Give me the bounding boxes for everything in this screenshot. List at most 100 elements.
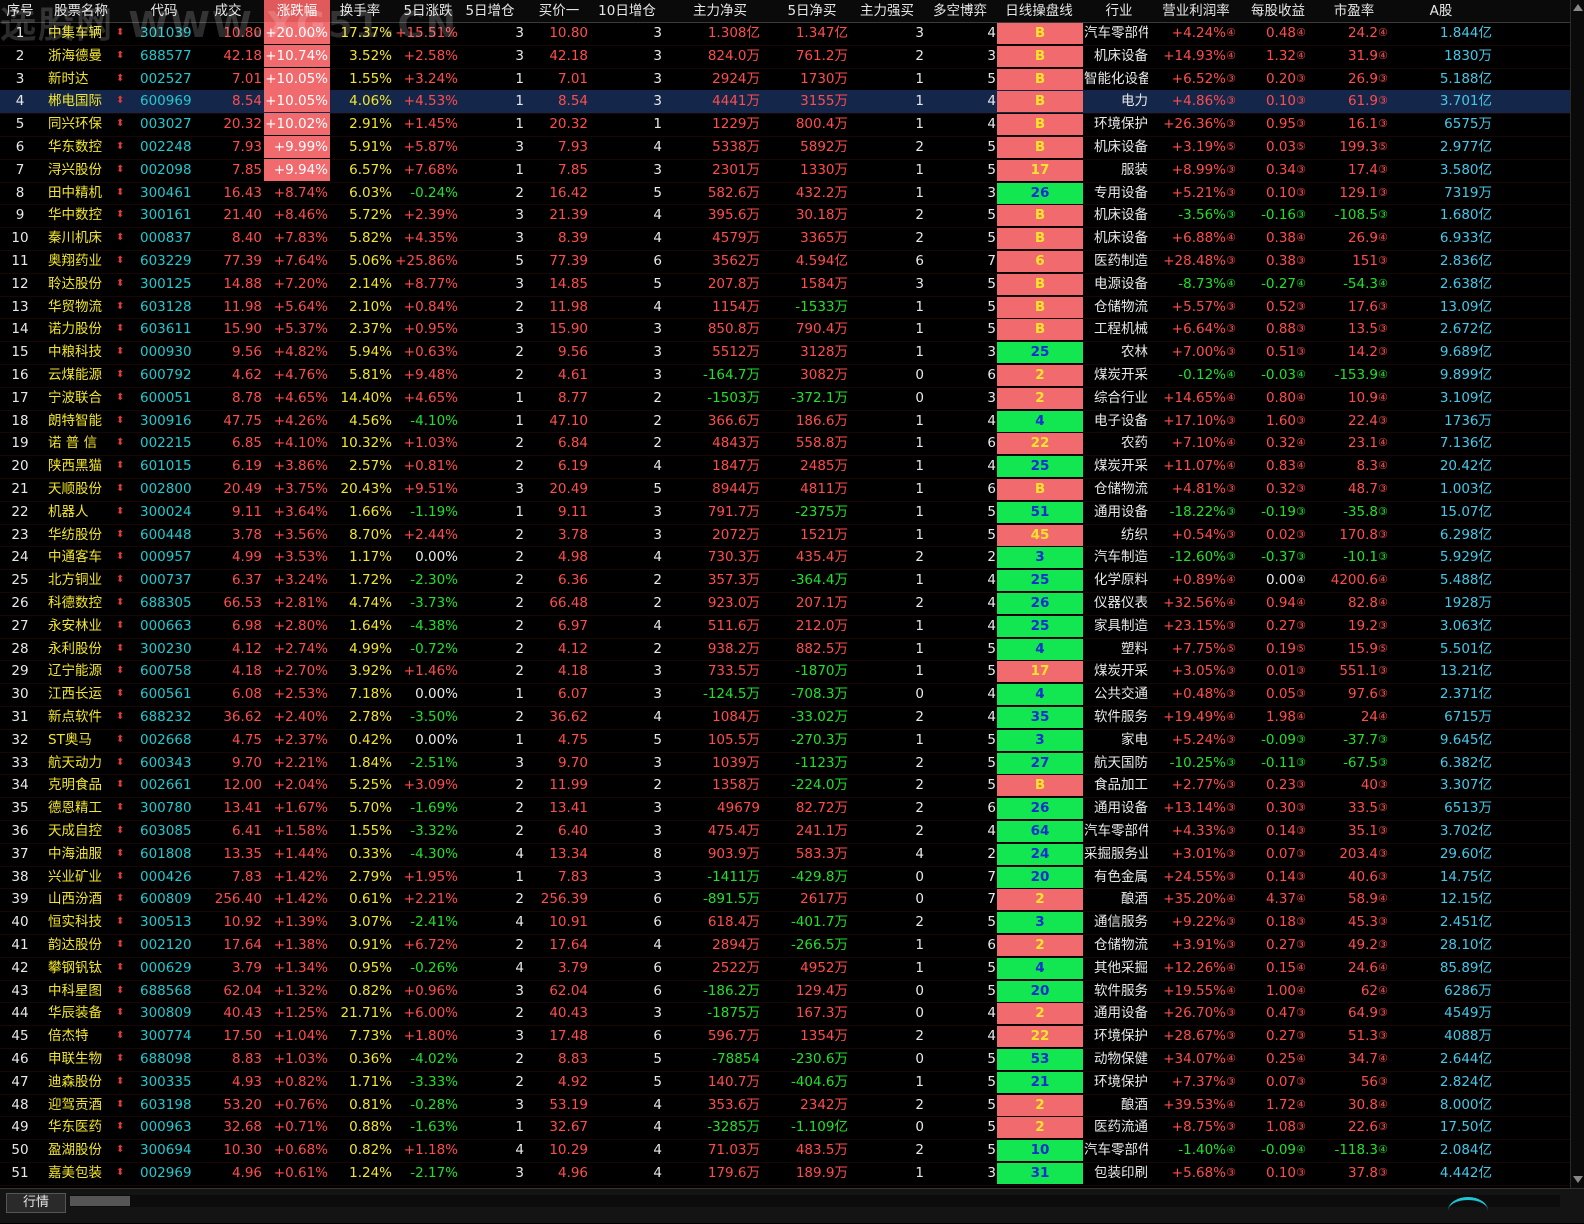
scroll-up-arrow-icon[interactable]: [1573, 4, 1583, 11]
table-row[interactable]: 17 宁波联合 ⬍ 600051 8.78 +4.65% 14.40% +4.65% 1 8.77…: [0, 387, 1570, 411]
table-row[interactable]: 12 聆达股份 ⬍ 300125 14.88 +7.20% 2.14% +8.77% 3 14.8…: [0, 273, 1570, 297]
table-row[interactable]: 7 浔兴股份 ⬍ 002098 7.85 +9.94% 6.57% +7.68% 1 7.85 3 2…: [0, 158, 1570, 183]
column-header-13[interactable]: 主力强买: [852, 0, 922, 22]
table-row[interactable]: 39 山西汾酒 ⬍ 600809 256.40 +1.42% 0.61% +2.21% 2 256…: [0, 888, 1570, 913]
table-row[interactable]: 40 恒实科技 ⬍ 300513 10.92 +1.39% 3.07% -2.41% 4 10.9…: [0, 911, 1570, 935]
industry: 环境保护: [1094, 1073, 1148, 1090]
table-row[interactable]: 31 新点软件 ⬍ 688232 36.62 +2.40% 2.78% -3.50% 2 36.6…: [0, 706, 1570, 730]
table-row[interactable]: 34 克明食品 ⬍ 002661 12.00 +2.04% 5.25% +3.09% 2 11.9…: [0, 774, 1570, 799]
main-net-buy: 4843万: [712, 435, 760, 452]
table-row[interactable]: 16 云煤能源 ⬍ 600792 4.62 +4.76% 5.81% +9.48% 2 4.61 3…: [0, 364, 1570, 388]
table-row[interactable]: 3 新时达 ⬍ 002527 7.01 +10.05% 1.55% +3.24% 1 7.01 3 2…: [0, 67, 1570, 92]
table-row[interactable]: 51 嘉美包装 ⬍ 002969 4.96 +0.61% 1.24% -2.17% 3 4.96 4…: [0, 1162, 1570, 1186]
bid-price: 7.83: [557, 868, 588, 885]
column-header-18[interactable]: 每股收益: [1242, 0, 1314, 22]
table-row[interactable]: 46 申联生物 ⬍ 688098 8.83 +1.03% 0.36% -4.02% 2 8.83 5…: [0, 1048, 1570, 1072]
table-row[interactable]: 32 ST奥马 ⬍ 002668 4.75 +2.37% 0.42% 0.00% 1 4.75 5 1…: [0, 729, 1570, 753]
table-row[interactable]: 33 航天动力 ⬍ 600343 9.70 +2.21% 1.84% -2.51% 3 9.70 3…: [0, 752, 1570, 776]
market-quotes-tab[interactable]: 行情: [6, 1193, 66, 1213]
table-row[interactable]: 8 田中精机 ⬍ 300461 16.43 +8.74% 6.03% -0.24% 2 16.42…: [0, 182, 1570, 206]
table-row[interactable]: 18 朗特智能 ⬍ 300916 47.75 +4.26% 4.56% -4.10% 1 47.1…: [0, 410, 1570, 434]
column-header-7[interactable]: 5日涨跌: [394, 0, 462, 22]
table-row[interactable]: 25 北方铜业 ⬍ 000737 6.37 +3.24% 1.72% -2.30% 2 6.36 2…: [0, 569, 1570, 593]
margin-rating-icon: ④: [1226, 596, 1236, 609]
column-header-2[interactable]: 股票名称: [44, 0, 118, 22]
table-row[interactable]: 37 中海油服 ⬍ 601808 13.35 +1.44% 0.33% -4.30% 4 13.3…: [0, 843, 1570, 867]
column-header-3[interactable]: 代码: [140, 0, 188, 22]
industry: 煤炭开采: [1094, 367, 1148, 383]
last-price: 42.18: [223, 47, 262, 64]
change-percent: +1.32%: [273, 982, 328, 999]
column-header-9[interactable]: 买价一: [526, 0, 592, 22]
table-row[interactable]: 49 华东医药 ⬍ 000963 32.68 +0.71% 0.88% -1.63% 1 32.6…: [0, 1116, 1570, 1141]
pe-rating-icon: ③: [1378, 915, 1388, 929]
column-header-12[interactable]: 5日净买: [768, 0, 856, 22]
table-row[interactable]: 21 天顺股份 ⬍ 002800 20.49 +3.75% 20.43% +9.51% 3 20.…: [0, 478, 1570, 502]
table-row[interactable]: 19 诺 普 信 ⬍ 002215 6.85 +4.10% 10.32% +1.03% 2 6.8…: [0, 432, 1570, 457]
column-header-14[interactable]: 多空博弈: [920, 0, 1000, 22]
horizontal-scrollbar[interactable]: [70, 1195, 1560, 1207]
table-row[interactable]: 28 永利股份 ⬍ 300230 4.12 +2.74% 4.99% -0.72% 2 4.12 2…: [0, 638, 1570, 662]
table-row[interactable]: 5 同兴环保 ⬍ 003027 20.32 +10.02% 2.91% +1.45% 1 20.3…: [0, 113, 1570, 137]
table-row[interactable]: 10 秦川机床 ⬍ 000837 8.40 +7.83% 5.82% +4.35% 3 8.39 4…: [0, 227, 1570, 251]
table-row[interactable]: 42 攀钢钒钛 ⬍ 000629 3.79 +1.34% 0.95% -0.26% 4 3.79 6…: [0, 957, 1570, 981]
industry: 智能化设备: [1084, 70, 1148, 87]
a-share-float: 6.298亿: [1439, 526, 1492, 543]
table-row[interactable]: 4 郴电国际 ⬍ 600969 8.54 +10.05% 4.06% +4.53% 1 8.54 3…: [0, 90, 1570, 115]
row-index: 32: [11, 731, 29, 748]
table-row[interactable]: 6 华东数控 ⬍ 002248 7.93 +9.99% 5.91% +5.87% 3 7.93 4 5…: [0, 136, 1570, 160]
table-row[interactable]: 29 辽宁能源 ⬍ 600758 4.18 +2.70% 3.92% +1.46% 2 4.18 3…: [0, 660, 1570, 685]
column-header-8[interactable]: 5日增仓: [458, 0, 522, 22]
row-index: 16: [11, 367, 29, 383]
change-percent: +7.83%: [273, 230, 328, 247]
table-row[interactable]: 9 华中数控 ⬍ 300161 21.40 +8.46% 5.72% +2.39% 3 21.39…: [0, 204, 1570, 229]
table-row[interactable]: 26 科德数控 ⬍ 688305 66.53 +2.81% 4.74% -3.73% 2 66.4…: [0, 592, 1570, 616]
table-row[interactable]: 22 机器人 ⬍ 300024 9.11 +3.64% 1.66% -1.19% 1 9.11 3 7…: [0, 501, 1570, 525]
table-row[interactable]: 50 盈湖股份 ⬍ 300694 10.30 +0.68% 0.82% +1.18% 4 10.2…: [0, 1139, 1570, 1163]
column-header-16[interactable]: 行业: [1096, 0, 1142, 22]
column-header-20[interactable]: A股: [1402, 0, 1480, 22]
column-header-4[interactable]: 成交: [204, 0, 252, 22]
five-day-change: +2.39%: [403, 207, 458, 224]
column-header-11[interactable]: 主力净买: [670, 0, 770, 22]
stock-name: 中海油服: [48, 845, 102, 862]
table-row[interactable]: 23 华纺股份 ⬍ 600448 3.78 +3.56% 8.70% +2.44% 2 3.78 3…: [0, 524, 1570, 548]
table-row[interactable]: 47 迪森股份 ⬍ 300335 4.93 +0.82% 1.71% -3.33% 2 4.92 5…: [0, 1071, 1570, 1095]
table-row[interactable]: 41 韵达股份 ⬍ 002120 17.64 +1.38% 0.91% +6.72% 2 17.6…: [0, 934, 1570, 958]
table-row[interactable]: 2 浙海德曼 ⬍ 688577 42.18 +10.74% 3.52% +2.58% 3 42.1…: [0, 44, 1570, 69]
table-row[interactable]: 24 中通客车 ⬍ 000957 4.99 +3.53% 1.17% 0.00% 2 4.98 4 7…: [0, 546, 1570, 571]
eps-rating-icon: ④: [1296, 1097, 1306, 1111]
table-row[interactable]: 30 江西长运 ⬍ 600561 6.08 +2.53% 7.18% 0.00% 1 6.07 3 -…: [0, 683, 1570, 707]
column-header-1[interactable]: 序号: [0, 0, 40, 22]
column-header-19[interactable]: 市盈率: [1316, 0, 1392, 22]
table-row[interactable]: 13 华贸物流 ⬍ 603128 11.98 +5.64% 2.10% +0.84% 2 11.9…: [0, 296, 1570, 320]
five-day-position-change: 3: [515, 275, 524, 292]
table-row[interactable]: 35 德恩精工 ⬍ 300780 13.41 +1.67% 5.70% -1.69% 2 13.4…: [0, 797, 1570, 821]
stock-name: 华贸物流: [48, 298, 102, 315]
table-row[interactable]: 14 诺力股份 ⬍ 603611 15.90 +5.37% 2.37% +0.95% 3 15.9…: [0, 318, 1570, 343]
table-row[interactable]: 38 兴业矿业 ⬍ 000426 7.83 +1.42% 2.79% +1.95% 1 7.83 3…: [0, 866, 1570, 890]
table-row[interactable]: 43 中科星图 ⬍ 688568 62.04 +1.32% 0.82% +0.96% 3 62.0…: [0, 980, 1570, 1004]
horizontal-scroll-thumb[interactable]: [70, 1196, 130, 1206]
column-header-5[interactable]: 涨跌幅: [264, 0, 330, 22]
scroll-down-arrow-icon[interactable]: [1573, 1176, 1583, 1183]
table-row[interactable]: 44 华辰装备 ⬍ 300809 40.43 +1.25% 21.71% +6.00% 2 40.…: [0, 1002, 1570, 1027]
table-row[interactable]: 36 天成自控 ⬍ 603085 6.41 +1.58% 1.55% -3.32% 2 6.40 3…: [0, 820, 1570, 844]
column-header-15[interactable]: 日线操盘线: [996, 0, 1082, 22]
table-row[interactable]: 48 迎驾贡酒 ⬍ 603198 53.20 +0.76% 0.81% -0.28% 3 53.1…: [0, 1094, 1570, 1118]
operating-margin: -0.12%: [1178, 367, 1226, 383]
column-header-17[interactable]: 营业利润率: [1150, 0, 1242, 22]
column-header-6[interactable]: 换手率: [332, 0, 388, 22]
margin-rating-icon: ③: [1226, 824, 1236, 837]
five-day-net-buy: -1870万: [795, 663, 848, 680]
vertical-scrollbar[interactable]: [1570, 0, 1584, 1188]
a-share-float: 1.844亿: [1439, 25, 1492, 41]
table-row[interactable]: 1 中集车辆 ⬍ 301039 10.80 +20.00% 17.37% +15.51% 3 10…: [0, 22, 1570, 46]
table-row[interactable]: 45 倍杰特 ⬍ 300774 17.50 +1.04% 7.73% +1.80% 3 17.48…: [0, 1025, 1570, 1049]
main-net-buy: 475.4万: [707, 823, 760, 839]
table-row[interactable]: 20 陕西黑猫 ⬍ 601015 6.19 +3.86% 2.57% +0.81% 2 6.19 4…: [0, 455, 1570, 479]
table-row[interactable]: 15 中粮科技 ⬍ 000930 9.56 +4.82% 5.94% +0.63% 2 9.56 3…: [0, 341, 1570, 365]
table-row[interactable]: 27 永安林业 ⬍ 000663 6.98 +2.80% 1.64% -4.38% 2 6.97 4…: [0, 615, 1570, 639]
table-row[interactable]: 11 奥翔药业 ⬍ 603229 77.39 +7.64% 5.06% +25.86% 5 77.…: [0, 250, 1570, 274]
column-header-10[interactable]: 10日增仓: [592, 0, 662, 22]
